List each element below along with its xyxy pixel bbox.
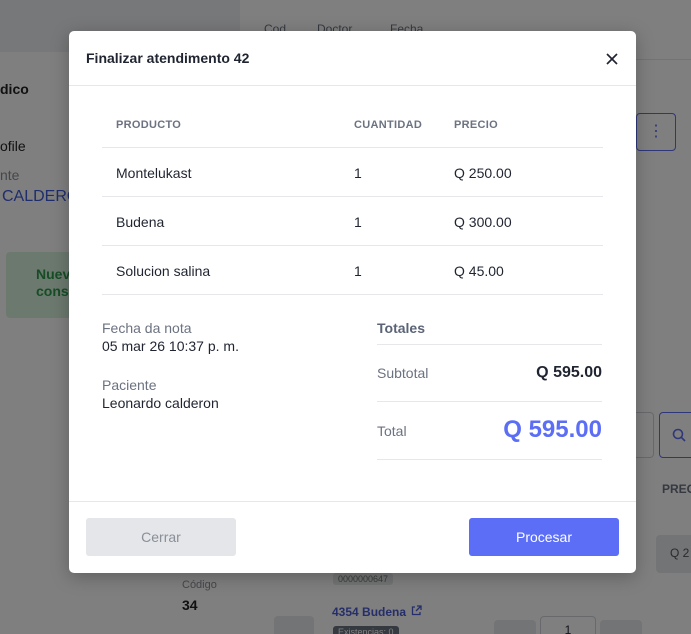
- cancel-button[interactable]: Cerrar: [86, 518, 236, 556]
- product-quantity: 1: [354, 214, 362, 230]
- subtotal-row: Subtotal Q 595.00: [377, 345, 602, 402]
- subtotal-value: Q 595.00: [536, 364, 602, 381]
- patient: Paciente Leonardo calderon: [102, 377, 219, 411]
- close-icon: [606, 53, 618, 65]
- table-header: PRODUCTO CUANTIDAD PRECIO: [102, 110, 603, 148]
- note-date-label: Fecha da nota: [102, 320, 192, 336]
- total-label: Total: [377, 423, 407, 439]
- patient-value: Leonardo calderon: [102, 395, 219, 411]
- product-price: Q 45.00: [454, 263, 504, 279]
- dialog-footer: Cerrar Procesar: [69, 501, 636, 573]
- product-name: Budena: [116, 214, 165, 230]
- dialog-title: Finalizar atendimento 42: [86, 50, 250, 66]
- total-row: Total Q 595.00: [377, 402, 602, 460]
- process-button[interactable]: Procesar: [469, 518, 619, 556]
- note-date: Fecha da nota 05 mar 26 10:37 p. m.: [102, 320, 239, 354]
- column-header-price: PRECIO: [454, 119, 498, 131]
- dialog-header: Finalizar atendimento 42: [69, 31, 636, 86]
- product-quantity: 1: [354, 165, 362, 181]
- finalize-dialog: Finalizar atendimento 42 PRODUCTO CUANTI…: [69, 31, 636, 573]
- table-row: Solucion salina 1 Q 45.00: [102, 246, 603, 295]
- subtotal-label: Subtotal: [377, 365, 429, 381]
- totals-title: Totales: [377, 319, 602, 345]
- product-price: Q 250.00: [454, 165, 512, 181]
- total-value: Q 595.00: [503, 416, 602, 443]
- column-header-product: PRODUCTO: [116, 119, 182, 131]
- close-button[interactable]: [603, 50, 621, 68]
- table-row: Montelukast 1 Q 250.00: [102, 148, 603, 197]
- patient-label: Paciente: [102, 377, 157, 393]
- product-name: Montelukast: [116, 165, 192, 181]
- product-quantity: 1: [354, 263, 362, 279]
- note-date-value: 05 mar 26 10:37 p. m.: [102, 338, 239, 354]
- table-row: Budena 1 Q 300.00: [102, 197, 603, 246]
- product-price: Q 300.00: [454, 214, 512, 230]
- products-table: PRODUCTO CUANTIDAD PRECIO Montelukast 1 …: [102, 110, 603, 295]
- totals-summary: Totales Subtotal Q 595.00 Total Q 595.00: [377, 319, 602, 460]
- product-name: Solucion salina: [116, 263, 211, 279]
- column-header-quantity: CUANTIDAD: [354, 119, 423, 131]
